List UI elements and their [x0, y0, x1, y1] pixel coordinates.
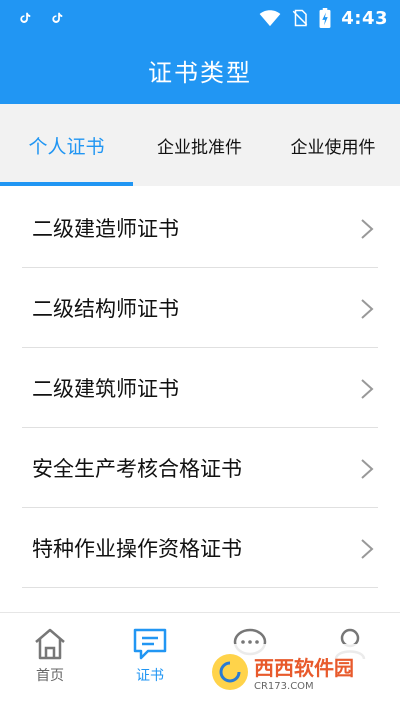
- list-item-label: 特种作业操作资格证书: [32, 537, 242, 561]
- watermark: 西西软件园 CR173.COM: [200, 644, 400, 700]
- list-item[interactable]: 二级结构师证书: [0, 268, 400, 348]
- list-item-label: 二级建造师证书: [32, 217, 179, 241]
- home-icon: [35, 628, 65, 660]
- tab-bar: 个人证书 企业批准件 企业使用件: [0, 104, 400, 186]
- certificate-icon: [133, 628, 167, 660]
- chevron-right-icon: [361, 299, 374, 319]
- nav-home[interactable]: 首页: [0, 613, 100, 701]
- watermark-logo-icon: [212, 654, 248, 690]
- chevron-right-icon: [361, 379, 374, 399]
- nav-certificate[interactable]: 证书: [100, 613, 200, 701]
- battery-charging-icon: [319, 8, 331, 28]
- chevron-right-icon: [361, 219, 374, 239]
- app-header: 证书类型: [0, 36, 400, 104]
- tab-personal-certificate[interactable]: 个人证书: [0, 104, 133, 186]
- wifi-icon: [259, 10, 281, 27]
- list-item[interactable]: 安全生产考核合格证书: [0, 428, 400, 508]
- status-right: 4:43: [259, 8, 388, 29]
- tiktok-icon: [20, 12, 31, 23]
- active-tab-indicator: [0, 182, 133, 186]
- list-item-label: 安全生产考核合格证书: [32, 457, 242, 481]
- tiktok-icon: [52, 12, 63, 23]
- tab-enterprise-usage[interactable]: 企业使用件: [266, 104, 400, 186]
- status-left: [18, 11, 64, 25]
- watermark-url: CR173.COM: [254, 681, 314, 692]
- list-item[interactable]: 特种作业操作资格证书: [0, 508, 400, 588]
- list-item[interactable]: 二级建造师证书: [0, 188, 400, 268]
- nav-label: 证书: [136, 668, 164, 684]
- list-item-label: 二级结构师证书: [32, 297, 179, 321]
- chevron-right-icon: [361, 459, 374, 479]
- divider: [22, 587, 378, 588]
- status-time: 4:43: [341, 7, 388, 29]
- watermark-brand: 西西软件园: [254, 656, 354, 680]
- tab-label: 企业使用件: [290, 137, 376, 158]
- page-title: 证书类型: [148, 58, 252, 87]
- certificate-list: 二级建造师证书 二级结构师证书 二级建筑师证书 安全生产考核合格证书 特种作业操…: [0, 188, 400, 588]
- tab-label: 个人证书: [28, 135, 105, 158]
- status-bar: 4:43: [0, 0, 400, 36]
- watermark-text: 西西软件园 CR173.COM: [254, 652, 354, 692]
- sim-off-icon: [292, 9, 308, 27]
- tab-label: 企业批准件: [157, 137, 242, 158]
- chevron-right-icon: [361, 539, 374, 559]
- list-item[interactable]: 二级建筑师证书: [0, 348, 400, 428]
- tab-enterprise-approval[interactable]: 企业批准件: [133, 104, 266, 186]
- list-item-label: 二级建筑师证书: [32, 377, 179, 401]
- nav-label: 首页: [36, 668, 64, 684]
